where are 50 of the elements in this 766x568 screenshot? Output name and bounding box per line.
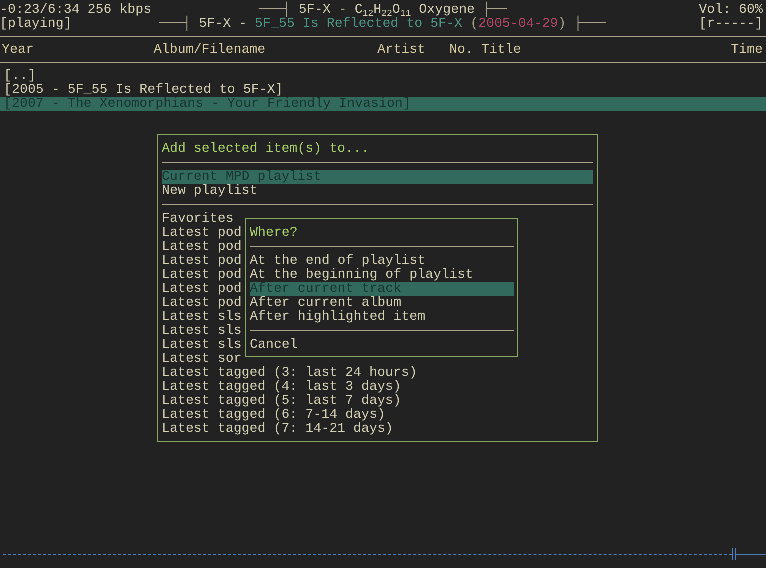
column-header: Year [2,43,34,57]
playlist-item[interactable]: Latest sor [162,352,242,366]
column-header: Title [481,43,522,57]
track-text: - [239,17,248,31]
frame-mark: ├─── [574,17,606,31]
menu-item[interactable]: After highlighted item [250,310,514,324]
mode-flags: [r-----] [698,17,764,31]
playlist-item[interactable]: Latest sls [162,324,242,338]
column-header: Time [731,43,764,57]
release-date: 2005-04-29 [478,17,558,31]
volume-level: Vol: 60% [698,3,764,17]
dialog-title: Where? [250,226,299,240]
playback-state: [playing] [0,17,73,31]
progress-handle[interactable] [732,548,736,560]
playlist-item[interactable]: Latest pod [162,268,242,282]
column-header: No. [450,43,474,57]
playlist-item[interactable]: Latest pod [162,282,242,296]
browser-row[interactable]: [..] [0,69,766,83]
playlist-item[interactable]: Latest pod [162,254,242,268]
playlist-item[interactable]: Latest tagged (5: last 7 days) [162,394,402,408]
track-text: 5F-X [199,17,232,31]
paren: ) [558,17,566,31]
album-title: 5F_55 Is Reflected to 5F-X [255,17,462,31]
frame-mark: ───┤ [258,3,291,17]
playlist-item[interactable]: Latest tagged (7: 14-21 days) [162,422,394,436]
menu-item[interactable]: At the beginning of playlist [250,268,514,282]
menu-item[interactable]: New playlist [162,184,593,198]
playlist-item[interactable]: Latest tagged (3: last 24 hours) [162,366,418,380]
playlist-item[interactable]: Latest tagged (6: 7-14 days) [162,408,386,422]
playlist-item[interactable]: Latest tagged (4: last 3 days) [162,380,402,394]
frame-mark: ├── [483,3,507,17]
frame-mark: - [338,3,347,17]
playlist-item[interactable]: Favorites [162,212,234,226]
menu-item[interactable]: At the end of playlist [250,254,514,268]
paren: ( [470,17,478,31]
menu-item[interactable]: After current album [250,296,514,310]
track-text: C$_{12}$H$_{22}$O$_{11}$ Oxygene [354,3,476,17]
playlist-item[interactable]: Latest sls [162,310,242,324]
browser-row[interactable]: [2005 - 5F_55 Is Reflected to 5F-X] [0,83,766,97]
column-header: Album/Filename [154,43,266,57]
track-text: 5F-X [298,3,331,17]
dialog-title: Add selected item(s) to... [162,142,370,156]
playlist-item[interactable]: Latest sls [162,338,242,352]
playback-time: -0:23/6:34 256 kbps [0,3,153,17]
playlist-item[interactable]: Latest pod [162,226,242,240]
playlist-item[interactable]: Latest pod [162,296,242,310]
frame-mark: ───┤ [159,17,192,31]
column-header: Artist [378,43,426,57]
cancel-item[interactable]: Cancel [250,338,298,352]
playlist-item[interactable]: Latest pod [162,240,242,254]
